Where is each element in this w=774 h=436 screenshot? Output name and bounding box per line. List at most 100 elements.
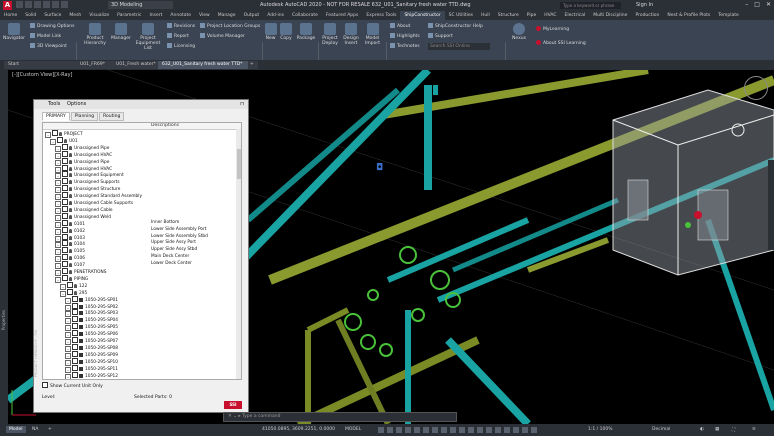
technotes-button[interactable]: Technotes [390,43,420,49]
tab-electrical[interactable]: Electrical [561,11,590,20]
visibility-checkbox[interactable] [62,219,68,226]
tree-row[interactable]: − Unassigned HVAC [43,164,241,173]
tab-sc-utilities[interactable]: SC Utilities [445,11,477,20]
search-ssi-online-input[interactable]: Search SSI Online [428,43,490,50]
drawing-options-button[interactable]: Drawing Options [30,23,75,29]
visibility-checkbox[interactable] [72,302,78,309]
new-button[interactable]: New [264,23,277,41]
polar-icon[interactable] [405,427,411,433]
selection-filter-icon[interactable] [477,427,483,433]
tree-scrollbar[interactable] [236,129,241,379]
redo-icon[interactable] [61,1,68,8]
tab-add-ins[interactable]: Add-ins [263,11,288,20]
tree-row[interactable]: −1050-295-SP02 [43,302,241,311]
expand-toggle-icon[interactable]: − [65,373,71,379]
visibility-checkbox[interactable] [57,136,63,143]
tab-insert[interactable]: Insert [145,11,166,20]
customization-icon[interactable]: ≡ [752,427,756,432]
tab-manage[interactable]: Manage [214,11,240,20]
layout-tab[interactable]: NA [32,427,38,432]
minimize-icon[interactable]: – [745,1,748,8]
tree-row[interactable]: − U01 [43,136,240,145]
options-menu[interactable]: Options [67,101,86,107]
new-tab-button[interactable]: + [248,61,258,69]
visibility-checkbox[interactable] [72,337,78,343]
otrack-icon[interactable] [423,427,429,433]
tree-row[interactable]: − PROJECT [43,130,235,138]
visibility-checkbox[interactable] [62,157,68,164]
properties-strip[interactable]: Properties [0,70,8,424]
support-button[interactable]: Support [428,33,453,39]
project-equipment-list-button[interactable]: Project Equipment List [133,23,163,51]
about-ssi-learning-button[interactable]: About SSI Learning [536,40,586,46]
tab-view[interactable]: View [195,11,214,20]
scrollbar-thumb[interactable] [236,149,241,179]
package-button[interactable]: Package [296,23,316,41]
copy-button[interactable]: Copy [279,23,293,41]
snap-icon[interactable] [387,427,393,433]
tree-row[interactable]: − 1050-295-SP12 [43,371,241,379]
navigation-bar[interactable] [768,160,774,250]
model-tab[interactable]: Model [6,426,26,433]
licensing-button[interactable]: Licensing [167,43,195,49]
visibility-checkbox[interactable] [62,205,68,212]
visibility-checkbox[interactable] [72,357,78,364]
visibility-checkbox[interactable] [72,364,78,371]
tree-row[interactable]: −0106 Main Deck Center [43,254,241,263]
tree-row[interactable]: −1050-295-SP09 [43,350,241,359]
tree-row[interactable]: − Unassigned Standard Assembly [43,192,241,201]
3d-osnap-icon[interactable] [459,427,465,433]
tree-row[interactable]: − Unassigned Weld [43,212,241,221]
tree-row[interactable]: −0103 Lower Side Assembly Stbd [43,233,241,242]
visibility-checkbox[interactable] [72,295,78,302]
visibility-checkbox[interactable] [62,226,68,233]
hierarchy-tree[interactable]: Descriptions − PROJECT − U01− Unassigned Pip… [42,122,242,380]
tab-nest-profile-plots[interactable]: Nest & Profile Plots [663,11,714,20]
hardware-accel-icon[interactable]: ▦ [715,427,719,432]
visibility-checkbox[interactable] [62,143,68,150]
visibility-checkbox[interactable] [62,178,68,185]
shipconstructor-help-button[interactable]: ShipConstructor Help [428,23,483,29]
3d-viewpoint-button[interactable]: 3D Viewpoint [30,43,67,49]
visibility-checkbox[interactable] [72,330,78,337]
tab-template[interactable]: Template [714,11,743,20]
visibility-checkbox[interactable] [62,150,68,157]
tab-planning[interactable]: Planning [70,112,99,121]
tree-row[interactable]: −295 [43,288,241,297]
nexus-button[interactable]: Nexus [510,23,528,41]
mylearning-button[interactable]: MyLearning [536,26,569,32]
navigator-button[interactable]: Navigator [3,23,25,41]
visibility-checkbox[interactable] [62,192,68,199]
annotation-visibility-icon[interactable] [495,427,501,433]
save-as-icon[interactable] [43,1,50,8]
grid-icon[interactable] [378,427,384,433]
visibility-checkbox[interactable] [72,323,78,330]
tab-annotate[interactable]: Annotate [166,11,195,20]
tab-pipe[interactable]: Pipe [523,11,541,20]
manager-button[interactable]: Manager [110,23,132,41]
visibility-checkbox[interactable] [72,343,78,350]
viewport-controls-label[interactable]: [-][Custom View][X-Ray] [12,72,73,78]
tab-collaborate[interactable]: Collaborate [288,11,322,20]
open-file-icon[interactable] [25,1,32,8]
new-file-icon[interactable] [16,1,23,8]
maximize-icon[interactable]: □ [754,1,760,8]
ortho-icon[interactable] [396,427,402,433]
transparency-icon[interactable] [441,427,447,433]
visibility-checkbox[interactable] [62,247,68,254]
workspace-icon[interactable] [522,427,528,433]
tab-surface[interactable]: Surface [40,11,65,20]
model-space-toggle[interactable]: MODEL [345,427,361,432]
project-location-groups-button[interactable]: Project Location Groups [200,23,260,29]
visibility-checkbox[interactable] [72,316,78,323]
tree-row[interactable]: −122 [43,281,241,290]
visibility-checkbox[interactable] [52,130,58,136]
file-tab[interactable]: U01_Fresh water* [112,61,160,69]
visibility-checkbox[interactable] [62,199,68,205]
tab-visualize[interactable]: Visualize [85,11,113,20]
tree-row[interactable]: − PIPING [43,274,241,283]
search-input[interactable]: Type a keyword or phrase [560,2,621,9]
tab-express-tools[interactable]: Express Tools [362,11,400,20]
selection-cycling-icon[interactable] [450,427,456,433]
tree-row[interactable]: − Unassigned Pipe [43,157,241,166]
